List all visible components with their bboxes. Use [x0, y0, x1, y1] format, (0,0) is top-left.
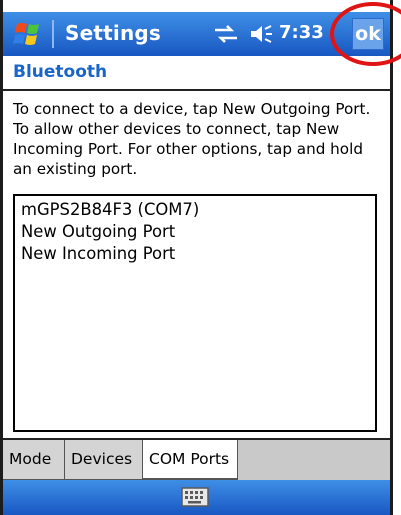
list-item-new-outgoing-port[interactable]: New Outgoing Port — [15, 221, 375, 243]
list-item-new-incoming-port[interactable]: New Incoming Port — [15, 243, 375, 265]
tab-devices[interactable]: Devices — [65, 440, 143, 480]
list-item-existing-port[interactable]: mGPS2B84F3 (COM7) — [15, 199, 375, 221]
page-subtitle: Bluetooth — [13, 62, 108, 82]
keyboard-icon[interactable] — [181, 487, 209, 507]
window-title: Settings — [65, 21, 162, 45]
windows-start-icon[interactable] — [11, 20, 45, 48]
connectivity-icon[interactable] — [213, 24, 239, 44]
title-separator — [52, 20, 54, 48]
device-frame: Settings 7:33 ok Bluetooth To connect to… — [0, 0, 393, 515]
tab-mode[interactable]: Mode — [3, 440, 65, 480]
com-port-list[interactable]: mGPS2B84F3 (COM7) New Outgoing Port New … — [13, 194, 377, 432]
subtitle-divider — [3, 89, 390, 91]
speaker-icon[interactable] — [249, 23, 273, 45]
ok-button[interactable]: ok — [352, 18, 384, 50]
tab-com-ports[interactable]: COM Ports — [142, 440, 238, 480]
title-bar: Settings 7:33 ok — [3, 12, 390, 56]
clock[interactable]: 7:33 — [279, 22, 351, 43]
instructions-text: To connect to a device, tap New Outgoing… — [13, 100, 371, 178]
